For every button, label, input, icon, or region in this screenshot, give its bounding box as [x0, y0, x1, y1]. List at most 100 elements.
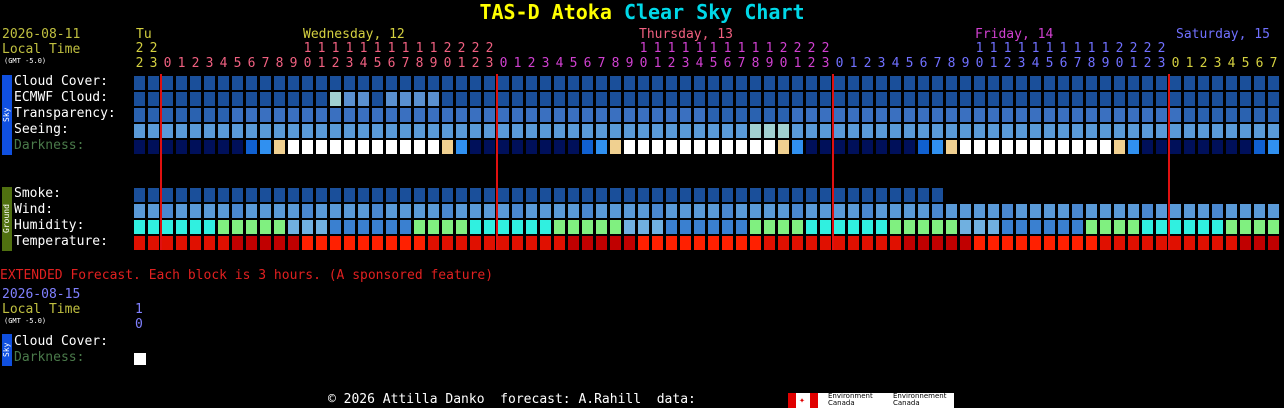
forecast-cell	[750, 220, 761, 234]
forecast-cell	[232, 236, 243, 250]
forecast-cell	[400, 204, 411, 218]
forecast-cell	[484, 140, 495, 154]
forecast-cell	[974, 92, 985, 106]
hour-ones-digit: 2	[135, 56, 144, 71]
forecast-cell	[1016, 236, 1027, 250]
forecast-cell	[456, 204, 467, 218]
forecast-cell	[190, 220, 201, 234]
forecast-cell	[834, 76, 845, 90]
forecast-cell	[890, 220, 901, 234]
forecast-cell	[274, 76, 285, 90]
forecast-cell	[358, 140, 369, 154]
forecast-cell	[1212, 124, 1223, 138]
forecast-cell	[204, 76, 215, 90]
forecast-cell	[568, 140, 579, 154]
forecast-cell	[302, 140, 313, 154]
forecast-cell	[1240, 124, 1251, 138]
forecast-cell	[442, 76, 453, 90]
forecast-cell	[862, 220, 873, 234]
forecast-cell	[498, 140, 509, 154]
forecast-cell	[960, 76, 971, 90]
forecast-cell	[638, 204, 649, 218]
forecast-cell	[806, 92, 817, 106]
forecast-cell	[1226, 76, 1237, 90]
forecast-cell	[428, 236, 439, 250]
forecast-cell	[876, 236, 887, 250]
forecast-cell	[1198, 236, 1209, 250]
forecast-cell	[162, 204, 173, 218]
forecast-cell	[288, 236, 299, 250]
forecast-cell	[190, 124, 201, 138]
forecast-cell	[190, 188, 201, 202]
forecast-cell	[260, 236, 271, 250]
hour-ones-digit: 0	[443, 56, 452, 71]
midnight-divider	[832, 74, 834, 250]
ground-tag-label: Ground	[2, 204, 11, 234]
forecast-cell	[1002, 124, 1013, 138]
hour-tens-digit: 1	[1087, 41, 1096, 56]
forecast-cell	[1240, 92, 1251, 106]
forecast-cell	[428, 124, 439, 138]
hour-ones-digit: 3	[485, 56, 494, 71]
forecast-cell	[288, 124, 299, 138]
forecast-cell	[806, 124, 817, 138]
forecast-cell	[246, 188, 257, 202]
title-chart-name: Clear Sky Chart	[623, 0, 805, 24]
forecast-cell	[834, 108, 845, 122]
midnight-divider	[1168, 74, 1170, 250]
forecast-cell	[1226, 92, 1237, 106]
forecast-cell	[1100, 124, 1111, 138]
forecast-cell	[862, 92, 873, 106]
forecast-cell	[386, 140, 397, 154]
forecast-cell	[778, 220, 789, 234]
forecast-cell	[1156, 140, 1167, 154]
forecast-cell	[932, 204, 943, 218]
forecast-cell	[722, 76, 733, 90]
forecast-cell	[512, 92, 523, 106]
hour-tens-digit: 1	[415, 41, 424, 56]
forecast-cell	[582, 140, 593, 154]
forecast-cell	[876, 220, 887, 234]
hour-tens-digit: 1	[359, 41, 368, 56]
forecast-cell	[1254, 204, 1265, 218]
forecast-cell	[218, 76, 229, 90]
forecast-cell	[1058, 92, 1069, 106]
hour-tens-digit: 1	[1031, 41, 1040, 56]
forecast-cell	[1058, 124, 1069, 138]
forecast-cell	[1072, 236, 1083, 250]
forecast-cell	[876, 92, 887, 106]
forecast-cell	[890, 236, 901, 250]
forecast-cell	[1114, 236, 1125, 250]
hour-ones-digit: 2	[527, 56, 536, 71]
hour-ones-digit: 3	[541, 56, 550, 71]
forecast-cell	[344, 236, 355, 250]
darkness-label: Darkness:	[14, 138, 85, 153]
forecast-cell	[820, 220, 831, 234]
forecast-cell	[302, 204, 313, 218]
forecast-cell	[778, 236, 789, 250]
forecast-cell	[218, 140, 229, 154]
forecast-cell	[148, 124, 159, 138]
forecast-cell	[470, 220, 481, 234]
forecast-cell	[1044, 92, 1055, 106]
forecast-cell	[162, 140, 173, 154]
forecast-cell	[778, 76, 789, 90]
forecast-cell	[176, 236, 187, 250]
forecast-cell	[1002, 220, 1013, 234]
forecast-cell	[1128, 140, 1139, 154]
hour-ones-digit: 6	[583, 56, 592, 71]
hour-tens-digit: 1	[667, 41, 676, 56]
forecast-cell	[722, 204, 733, 218]
forecast-cell	[1100, 76, 1111, 90]
forecast-cell	[1268, 140, 1279, 154]
forecast-cell	[764, 92, 775, 106]
forecast-cell	[1016, 204, 1027, 218]
forecast-cell	[400, 220, 411, 234]
forecast-cell	[330, 204, 341, 218]
extended-darkness-label: Darkness:	[14, 350, 85, 365]
forecast-cell	[372, 108, 383, 122]
hour-tens-digit: 1	[373, 41, 382, 56]
forecast-cell	[876, 204, 887, 218]
forecast-cell	[1156, 76, 1167, 90]
forecast-cell	[904, 204, 915, 218]
